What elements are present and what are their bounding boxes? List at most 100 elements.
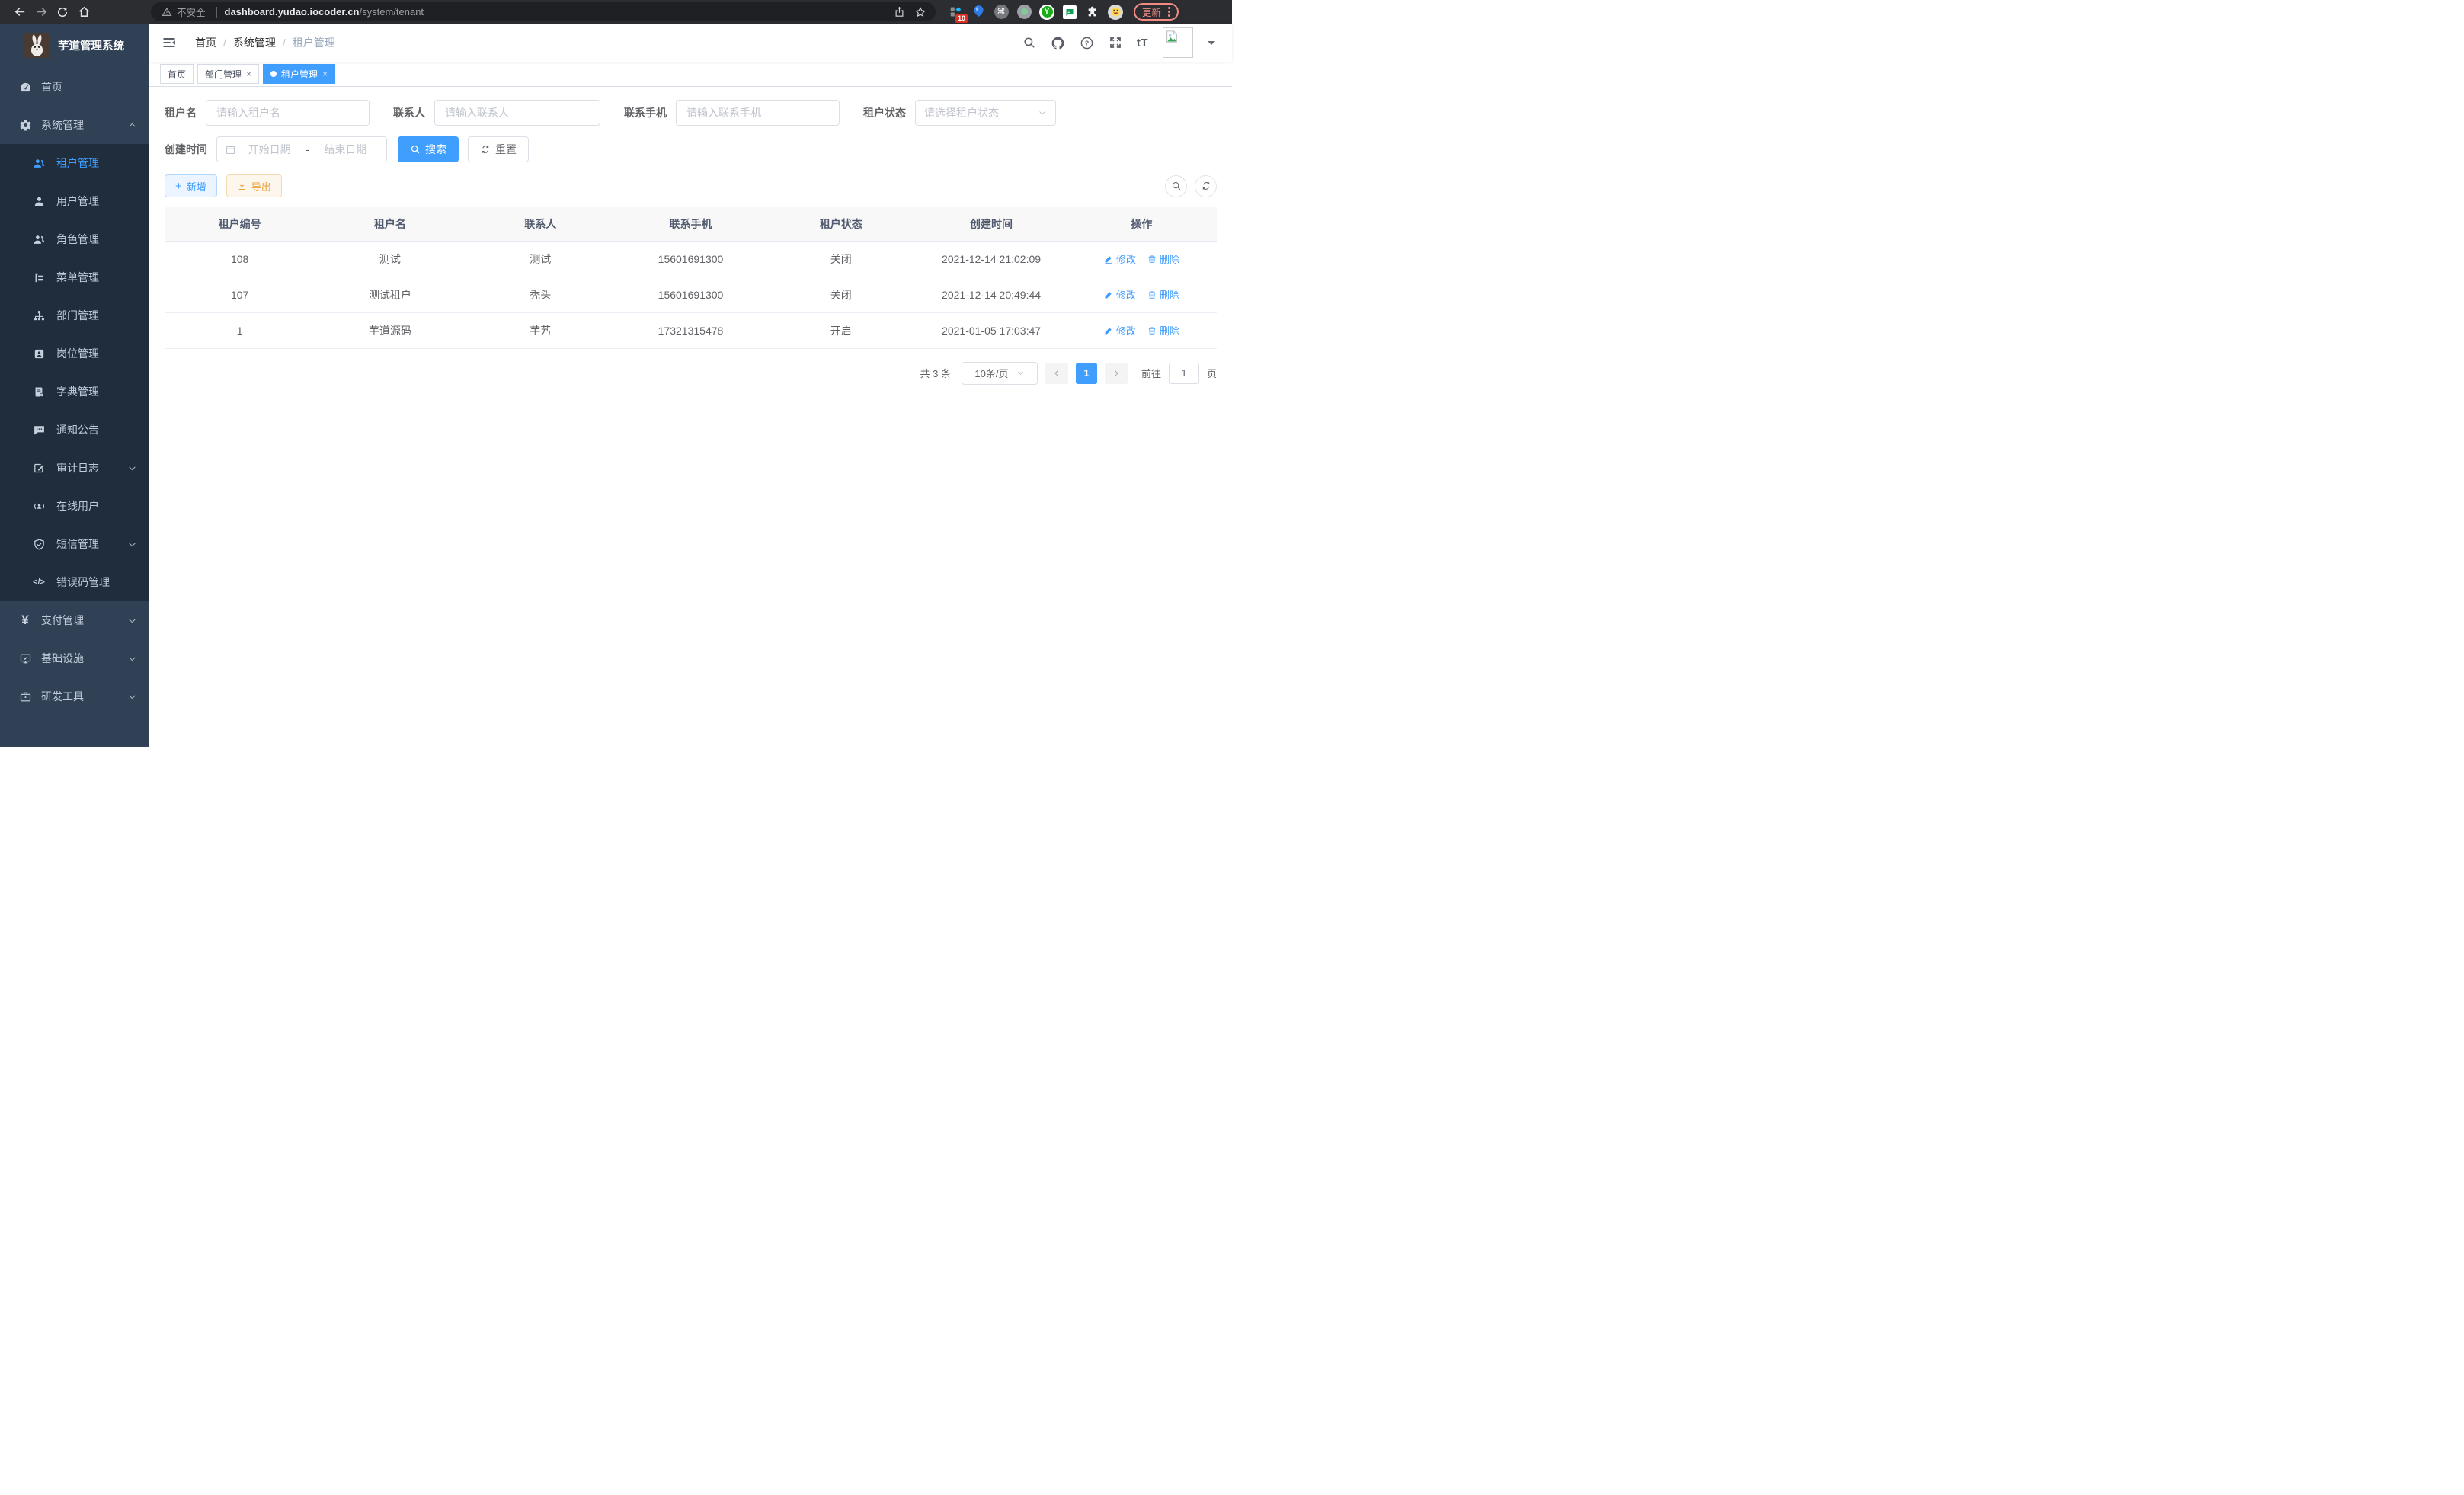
fullscreen-icon[interactable] xyxy=(1109,36,1122,50)
browser-back-icon[interactable] xyxy=(9,0,30,24)
sidebar-item-notice[interactable]: 通知公告 xyxy=(0,411,149,449)
delete-button[interactable]: 删除 xyxy=(1147,287,1179,302)
browser-home-icon[interactable] xyxy=(73,0,94,24)
avatar-caret-icon[interactable] xyxy=(1208,41,1215,49)
bookmark-star-icon[interactable] xyxy=(910,2,931,21)
sidebar-item-dict[interactable]: 字典管理 xyxy=(0,373,149,411)
tab-close-icon[interactable]: × xyxy=(246,69,251,78)
contact-label: 联系人 xyxy=(393,105,425,120)
edit-button[interactable]: 修改 xyxy=(1104,287,1136,302)
extension-emoji-icon[interactable] xyxy=(1108,5,1123,20)
page-content: 租户名 联系人 联系手机 xyxy=(149,87,1232,748)
goto-page-input[interactable] xyxy=(1169,363,1199,384)
search-button[interactable]: 搜索 xyxy=(398,136,459,162)
sidebar-item-dev-tools[interactable]: 研发工具 xyxy=(0,677,149,715)
page-number-button[interactable]: 1 xyxy=(1076,363,1097,384)
tab-dept[interactable]: 部门管理 × xyxy=(197,64,259,84)
sidebar-item-label: 研发工具 xyxy=(41,689,127,704)
extension-balloon-icon[interactable] xyxy=(971,5,986,20)
sidebar-item-label: 角色管理 xyxy=(56,232,137,247)
delete-button[interactable]: 删除 xyxy=(1147,323,1179,338)
extension-puzzle-icon[interactable] xyxy=(1085,5,1100,20)
pencil-icon xyxy=(1104,290,1113,299)
not-secure-warning-icon xyxy=(162,7,172,18)
sidebar-item-label: 岗位管理 xyxy=(56,346,137,361)
sidebar-item-dept[interactable]: 部门管理 xyxy=(0,296,149,335)
reset-button[interactable]: 重置 xyxy=(468,136,529,162)
address-bar[interactable]: 不安全 dashboard.yudao.iocoder.cn/system/te… xyxy=(151,2,936,21)
sidebar-item-online-user[interactable]: 在线用户 xyxy=(0,487,149,525)
refresh-table-icon[interactable] xyxy=(1195,175,1217,197)
extension-y-logo-icon[interactable]: Y xyxy=(1039,5,1054,20)
phone-input[interactable] xyxy=(685,106,830,120)
next-page-button[interactable] xyxy=(1105,363,1128,384)
browser-update-button[interactable]: 更新 xyxy=(1134,3,1179,21)
github-icon[interactable] xyxy=(1051,36,1065,50)
header-search-icon[interactable] xyxy=(1022,36,1036,50)
breadcrumb-home[interactable]: 首页 xyxy=(195,35,216,50)
chevron-down-icon xyxy=(1038,108,1047,117)
add-button[interactable]: + 新增 xyxy=(165,174,217,197)
tab-home[interactable]: 首页 xyxy=(160,64,194,84)
monitor-icon xyxy=(18,651,32,665)
browser-menu-icon[interactable] xyxy=(1168,7,1170,17)
url-path: /system/tenant xyxy=(360,6,424,18)
org-tree-icon xyxy=(32,309,46,322)
help-icon[interactable]: ? xyxy=(1080,36,1094,50)
pagination: 共 3 条 10条/页 1 前往 页 xyxy=(165,362,1217,385)
sidebar-item-system[interactable]: 系统管理 xyxy=(0,106,149,144)
trash-icon xyxy=(1147,255,1157,264)
tenant-name-input[interactable] xyxy=(215,106,360,120)
export-button[interactable]: 导出 xyxy=(226,174,282,197)
logo-avatar xyxy=(24,33,50,58)
app-logo[interactable]: 芋道管理系统 xyxy=(0,24,149,66)
users-icon xyxy=(32,156,46,170)
contact-input[interactable] xyxy=(443,106,591,120)
edit-button[interactable]: 修改 xyxy=(1104,323,1136,338)
page-size-select[interactable]: 10条/页 xyxy=(962,362,1038,385)
sidebar-collapse-icon[interactable] xyxy=(149,24,189,62)
breadcrumb-section[interactable]: 系统管理 xyxy=(233,35,276,50)
sidebar-item-tenant[interactable]: 租户管理 xyxy=(0,144,149,182)
show-search-toggle-icon[interactable] xyxy=(1165,175,1187,197)
phone-input-wrap xyxy=(676,100,840,126)
tab-close-icon[interactable]: × xyxy=(322,69,328,78)
sidebar-item-post[interactable]: 岗位管理 xyxy=(0,335,149,373)
update-label: 更新 xyxy=(1142,5,1161,19)
page-unit-label: 页 xyxy=(1207,366,1217,380)
sidebar-item-audit-log[interactable]: 审计日志 xyxy=(0,449,149,487)
sidebar-item-menu[interactable]: 菜单管理 xyxy=(0,258,149,296)
sidebar-item-label: 短信管理 xyxy=(56,536,127,552)
create-time-range-picker[interactable]: 开始日期 - 结束日期 xyxy=(216,136,387,162)
prev-page-button[interactable] xyxy=(1045,363,1068,384)
font-size-icon[interactable]: tT xyxy=(1137,37,1148,50)
sidebar-item-home[interactable]: 首页 xyxy=(0,68,149,106)
extension-chat-icon[interactable] xyxy=(1062,5,1077,20)
extension-tabs-icon[interactable]: 10 xyxy=(948,5,963,20)
extension-command-icon[interactable]: ⌘ xyxy=(994,5,1009,20)
status-label: 租户状态 xyxy=(863,105,906,120)
delete-button[interactable]: 删除 xyxy=(1147,251,1179,266)
plus-icon: + xyxy=(175,181,182,192)
browser-reload-icon[interactable] xyxy=(52,0,73,24)
tab-tenant[interactable]: 租户管理 × xyxy=(263,64,335,84)
sidebar-item-payment[interactable]: ¥ 支付管理 xyxy=(0,601,149,639)
share-icon[interactable] xyxy=(888,2,910,21)
sidebar-item-sms[interactable]: 短信管理 xyxy=(0,525,149,563)
extension-recorder-icon[interactable] xyxy=(1016,5,1032,20)
sidebar-item-role[interactable]: 角色管理 xyxy=(0,220,149,258)
sidebar-item-infra[interactable]: 基础设施 xyxy=(0,639,149,677)
col-contact: 联系人 xyxy=(466,207,616,241)
url-host: dashboard.yudao.iocoder.cn xyxy=(225,6,360,18)
sidebar-item-error-code[interactable]: </> 错误码管理 xyxy=(0,563,149,601)
online-users-icon xyxy=(32,499,46,513)
sidebar-item-user[interactable]: 用户管理 xyxy=(0,182,149,220)
sidebar: 芋道管理系统 首页 系统管理 xyxy=(0,24,149,748)
menu-tree-icon xyxy=(32,271,46,284)
status-select[interactable]: 请选择租户状态 xyxy=(915,100,1056,126)
avatar[interactable] xyxy=(1163,27,1193,58)
edit-button[interactable]: 修改 xyxy=(1104,251,1136,266)
browser-forward-icon[interactable] xyxy=(30,0,52,24)
sidebar-item-label: 基础设施 xyxy=(41,651,127,666)
audit-log-icon xyxy=(32,461,46,475)
